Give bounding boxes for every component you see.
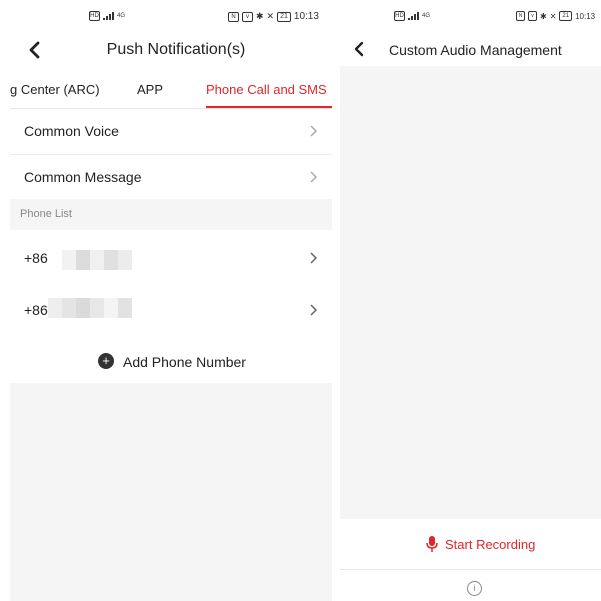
chevron-right-icon xyxy=(310,125,318,137)
status-left: HD 4G xyxy=(394,11,430,21)
nfc-icon: N xyxy=(228,11,239,22)
status-right: N v ✱ ✕ 21 10:13 xyxy=(228,11,319,22)
status-bar: HD 4G N v ✱ ✕ 21 10:13 xyxy=(10,0,332,34)
empty-area xyxy=(10,383,332,601)
status-bar: HD 4G N v ✱ ✕ 21 10:13 xyxy=(340,0,601,34)
phone-list-header: Phone List xyxy=(10,199,332,230)
status-left: HD 4G xyxy=(89,11,125,21)
signal-icon xyxy=(103,12,114,20)
page-title: Custom Audio Management xyxy=(389,42,562,58)
battery-icon: 21 xyxy=(559,11,573,21)
status-time: 10:13 xyxy=(575,11,596,21)
battery-icon: 21 xyxy=(277,11,291,22)
start-recording-button[interactable]: Start Recording xyxy=(340,519,601,570)
custom-audio-screen: HD 4G N v ✱ ✕ 21 10:13 Custom Audio Mana… xyxy=(340,0,601,601)
push-notification-screen: HD 4G N v ✱ ✕ 21 10:13 Push Notification… xyxy=(10,0,332,601)
bluetooth-icon: ✱ xyxy=(256,11,264,21)
redacted-number xyxy=(62,250,132,270)
network-label: 4G xyxy=(117,13,126,19)
phone-row-1[interactable]: +86 xyxy=(10,232,332,284)
nav-bar: Push Notification(s) xyxy=(10,34,332,66)
mute-icon: ✕ xyxy=(549,11,557,21)
info-icon[interactable]: i xyxy=(467,581,482,596)
common-message-label: Common Message xyxy=(24,169,142,185)
tab-app[interactable]: APP xyxy=(137,82,163,97)
common-voice-label: Common Voice xyxy=(24,123,119,139)
nfc-icon: N xyxy=(516,11,525,21)
microphone-icon xyxy=(426,536,438,552)
chevron-right-icon xyxy=(310,171,318,183)
mute-icon: ✕ xyxy=(266,11,275,21)
vibrate-icon: v xyxy=(242,11,253,22)
audio-list-area xyxy=(340,66,601,519)
bluetooth-icon: ✱ xyxy=(540,11,547,21)
vibrate-icon: v xyxy=(528,11,537,21)
redacted-number xyxy=(48,298,132,318)
tab-bar: g Center (ARC) APP Phone Call and SMS xyxy=(10,74,332,109)
tab-arc[interactable]: g Center (ARC) xyxy=(10,82,100,97)
add-phone-number-button[interactable]: + Add Phone Number xyxy=(10,346,332,380)
phone-prefix: +86 xyxy=(24,302,48,318)
start-recording-label: Start Recording xyxy=(445,537,536,552)
chevron-left-icon xyxy=(354,41,364,57)
nav-bar: Custom Audio Management xyxy=(340,34,601,66)
active-tab-indicator xyxy=(206,106,332,108)
phone-prefix: +86 xyxy=(24,250,48,266)
chevron-right-icon xyxy=(310,304,318,316)
hd-icon: HD xyxy=(394,11,405,21)
network-label: 4G xyxy=(422,13,431,19)
add-phone-number-label: Add Phone Number xyxy=(123,354,246,370)
common-message-row[interactable]: Common Message xyxy=(10,155,332,201)
plus-circle-icon: + xyxy=(98,353,114,369)
signal-icon xyxy=(408,12,419,20)
hd-icon: HD xyxy=(89,11,100,21)
phone-list-label: Phone List xyxy=(20,208,72,220)
page-title: Push Notification(s) xyxy=(106,41,246,58)
tab-phone-call-sms[interactable]: Phone Call and SMS xyxy=(206,82,327,97)
phone-row-2[interactable]: +86 xyxy=(10,284,332,336)
chevron-right-icon xyxy=(310,252,318,264)
common-voice-row[interactable]: Common Voice xyxy=(10,109,332,155)
status-time: 10:13 xyxy=(293,11,319,22)
status-right: N v ✱ ✕ 21 10:13 xyxy=(516,11,595,21)
back-button[interactable] xyxy=(352,39,368,63)
